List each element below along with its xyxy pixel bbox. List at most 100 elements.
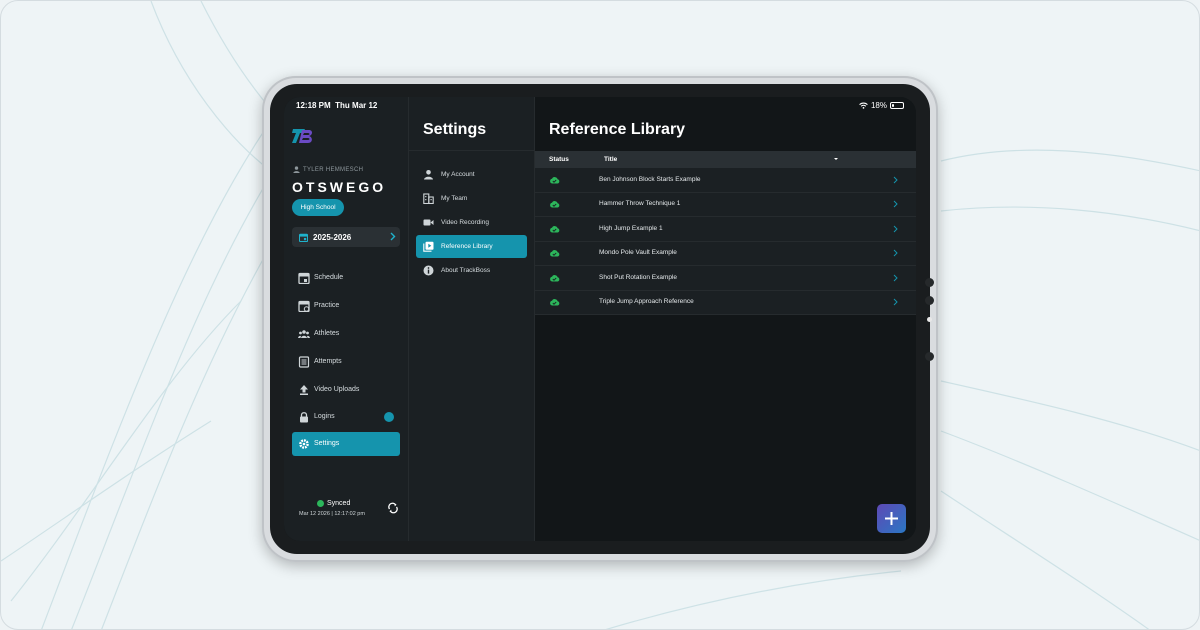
sidebar-item-label: Attempts xyxy=(314,358,342,365)
chevron-right-icon xyxy=(893,200,898,208)
cloud-synced-icon xyxy=(550,201,560,208)
chevron-right-icon xyxy=(893,249,898,257)
app-screen: TYLER HEMMESCH OTSWEGO High School 2025-… xyxy=(284,97,916,541)
chevron-right-icon xyxy=(893,176,898,184)
table-row[interactable]: Hammer Throw Technique 1 xyxy=(535,192,916,217)
building-icon xyxy=(423,193,434,204)
library-icon xyxy=(423,241,434,252)
sync-status-text: Synced xyxy=(327,500,351,507)
settings-item-label: About TrackBoss xyxy=(441,267,491,274)
table-row[interactable]: Ben Johnson Block Starts Example xyxy=(535,168,916,193)
settings-item-label: My Account xyxy=(441,171,475,178)
clock: 12:18 PM xyxy=(296,101,331,110)
table-row[interactable]: Shot Put Rotation Example xyxy=(535,266,916,291)
status-indicators: 18% xyxy=(859,101,904,110)
calendar-icon xyxy=(298,272,310,284)
logins-badge xyxy=(384,412,394,422)
sidebar-item-practice[interactable]: Practice xyxy=(292,294,400,318)
sidebar-item-settings[interactable]: Settings xyxy=(292,432,400,456)
cloud-synced-icon xyxy=(550,275,560,282)
sidebar-item-attempts[interactable]: Attempts xyxy=(292,350,400,374)
status-time: 12:18 PM Thu Mar 12 xyxy=(296,101,377,110)
user-name: TYLER HEMMESCH xyxy=(303,166,364,173)
page-title: Reference Library xyxy=(549,121,686,138)
level-badge[interactable]: High School xyxy=(292,199,344,216)
settings-item-my-team[interactable]: My Team xyxy=(416,187,527,210)
sidebar-item-video-uploads[interactable]: Video Uploads xyxy=(292,378,400,402)
sidebar-item-label: Logins xyxy=(314,413,335,420)
add-reference-button[interactable] xyxy=(877,504,906,533)
person-icon xyxy=(424,170,433,180)
settings-title: Settings xyxy=(423,121,487,138)
cloud-synced-icon xyxy=(550,299,560,306)
cloud-synced-icon xyxy=(550,226,560,233)
row-title: High Jump Example 1 xyxy=(599,225,663,232)
column-header-title[interactable]: Title xyxy=(604,156,617,163)
wifi-icon xyxy=(859,102,868,109)
camera-button xyxy=(925,296,934,305)
sidebar-item-logins[interactable]: Logins xyxy=(292,405,400,429)
row-title: Shot Put Rotation Example xyxy=(599,274,678,281)
battery-percent: 18% xyxy=(870,101,887,110)
season-selector[interactable]: 2025-2026 xyxy=(292,227,400,247)
chevron-right-icon xyxy=(893,225,898,233)
sort-caret-icon[interactable] xyxy=(834,158,838,160)
upload-icon xyxy=(300,385,308,395)
calendar-check-icon xyxy=(298,300,310,312)
row-title: Ben Johnson Block Starts Example xyxy=(599,176,701,183)
settings-item-about[interactable]: About TrackBoss xyxy=(416,259,527,282)
cloud-synced-icon xyxy=(550,177,560,184)
synced-dot-icon xyxy=(317,500,324,507)
gear-icon xyxy=(299,439,309,449)
list-icon xyxy=(298,356,310,368)
chevron-right-icon xyxy=(893,274,898,282)
table-row[interactable]: Mondo Pole Vault Example xyxy=(535,241,916,266)
row-title: Hammer Throw Technique 1 xyxy=(599,200,681,207)
row-title: Mondo Pole Vault Example xyxy=(599,249,677,256)
trackboss-logo xyxy=(292,129,312,143)
battery-level xyxy=(892,104,894,107)
sidebar-item-label: Settings xyxy=(314,440,340,447)
people-icon xyxy=(298,330,310,338)
sync-time: Mar 12 2026 | 12:17:02 pm xyxy=(299,511,365,517)
table-row[interactable]: Triple Jump Approach Reference xyxy=(535,290,916,315)
date: Thu Mar 12 xyxy=(335,101,378,110)
table-header: Status Title xyxy=(535,151,916,168)
table-row[interactable]: High Jump Example 1 xyxy=(535,217,916,242)
settings-item-my-account[interactable]: My Account xyxy=(416,163,527,186)
settings-panel: Settings My Account My Team Video Record… xyxy=(409,97,535,541)
sync-status-row: Synced xyxy=(317,500,350,507)
sync-status: Synced Mar 12 2026 | 12:17:02 pm xyxy=(284,497,408,523)
sidebar-item-schedule[interactable]: Schedule xyxy=(292,266,400,290)
settings-item-label: My Team xyxy=(441,195,468,202)
settings-item-reference-library[interactable]: Reference Library xyxy=(416,235,527,258)
sidebar: TYLER HEMMESCH OTSWEGO High School 2025-… xyxy=(284,97,409,541)
chevron-right-icon xyxy=(893,298,898,306)
calendar-icon xyxy=(299,233,308,242)
settings-item-label: Video Recording xyxy=(441,219,489,226)
sidebar-item-label: Video Uploads xyxy=(314,386,360,393)
sync-icon[interactable] xyxy=(387,502,399,514)
chevron-right-icon xyxy=(390,232,396,241)
team-name: OTSWEGO xyxy=(292,179,387,195)
cloud-synced-icon xyxy=(550,250,560,257)
column-header-status[interactable]: Status xyxy=(549,156,569,163)
status-bar: 12:18 PM Thu Mar 12 18% xyxy=(284,97,916,113)
settings-item-label: Reference Library xyxy=(441,243,493,250)
divider xyxy=(409,150,534,151)
settings-item-video-recording[interactable]: Video Recording xyxy=(416,211,527,234)
camera-button xyxy=(925,352,934,361)
table-body: Ben Johnson Block Starts Example Hammer … xyxy=(535,168,916,315)
user-row: TYLER HEMMESCH xyxy=(293,166,363,173)
info-icon xyxy=(423,265,434,276)
plus-icon xyxy=(885,512,898,525)
sidebar-item-label: Schedule xyxy=(314,274,344,281)
row-title: Triple Jump Approach Reference xyxy=(599,298,694,305)
camera-dot xyxy=(927,317,932,322)
sidebar-item-athletes[interactable]: Athletes xyxy=(292,322,400,346)
camera-button xyxy=(925,278,934,287)
video-icon xyxy=(423,219,434,226)
main-panel: Reference Library Status Title Ben Johns… xyxy=(535,97,916,541)
person-icon xyxy=(293,166,300,173)
lock-icon xyxy=(300,412,308,423)
